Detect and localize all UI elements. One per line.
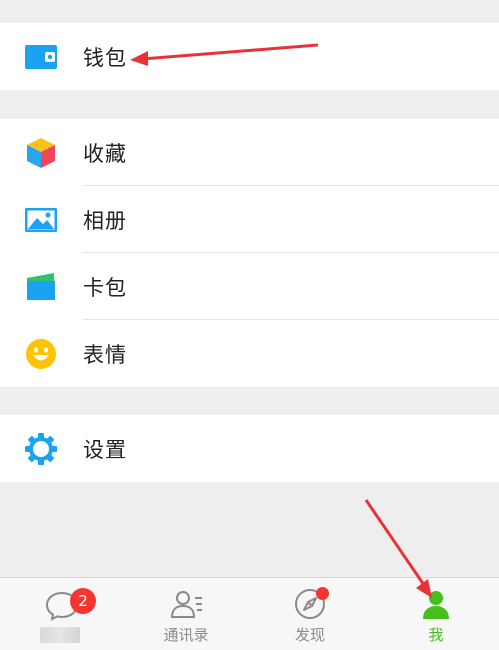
tab-bar: 2 通讯录 发现 我 — [0, 577, 499, 650]
tab-label: 我 — [428, 626, 444, 644]
wallet-icon — [24, 40, 58, 74]
menu-item-album[interactable]: 相册 — [0, 186, 499, 253]
gear-icon — [24, 432, 58, 466]
tab-chats[interactable]: 2 — [0, 578, 124, 650]
menu-item-settings[interactable]: 设置 — [0, 415, 499, 482]
tab-contacts[interactable]: 通讯录 — [124, 578, 248, 650]
menu-item-favorites[interactable]: 收藏 — [0, 119, 499, 186]
favorites-cube-icon — [24, 136, 58, 170]
tab-me[interactable]: 我 — [374, 578, 498, 650]
menu-item-label: 相册 — [83, 208, 127, 233]
wallet-group: 钱包 — [0, 23, 499, 90]
blurred-label — [40, 627, 80, 643]
main-group: 收藏 相册 卡包 表情 — [0, 119, 499, 387]
album-picture-icon — [24, 203, 58, 237]
menu-item-stickers[interactable]: 表情 — [0, 320, 499, 387]
person-icon — [418, 586, 454, 622]
new-dot-indicator — [316, 587, 329, 600]
unread-badge: 2 — [70, 588, 96, 614]
menu-item-label: 卡包 — [83, 275, 127, 300]
card-wallet-icon — [24, 270, 58, 304]
tab-discover[interactable]: 发现 — [248, 578, 372, 650]
menu-item-label: 收藏 — [83, 141, 127, 166]
contacts-icon — [168, 586, 204, 622]
settings-group: 设置 — [0, 415, 499, 482]
menu-item-card-wallet[interactable]: 卡包 — [0, 253, 499, 320]
menu-item-wallet[interactable]: 钱包 — [0, 23, 499, 90]
tab-label: 通讯录 — [163, 626, 209, 644]
menu-item-label: 设置 — [83, 437, 127, 462]
tab-label: 发现 — [294, 626, 325, 644]
menu-item-label: 表情 — [83, 342, 127, 367]
smiley-icon — [24, 337, 58, 371]
menu-item-label: 钱包 — [83, 45, 127, 70]
